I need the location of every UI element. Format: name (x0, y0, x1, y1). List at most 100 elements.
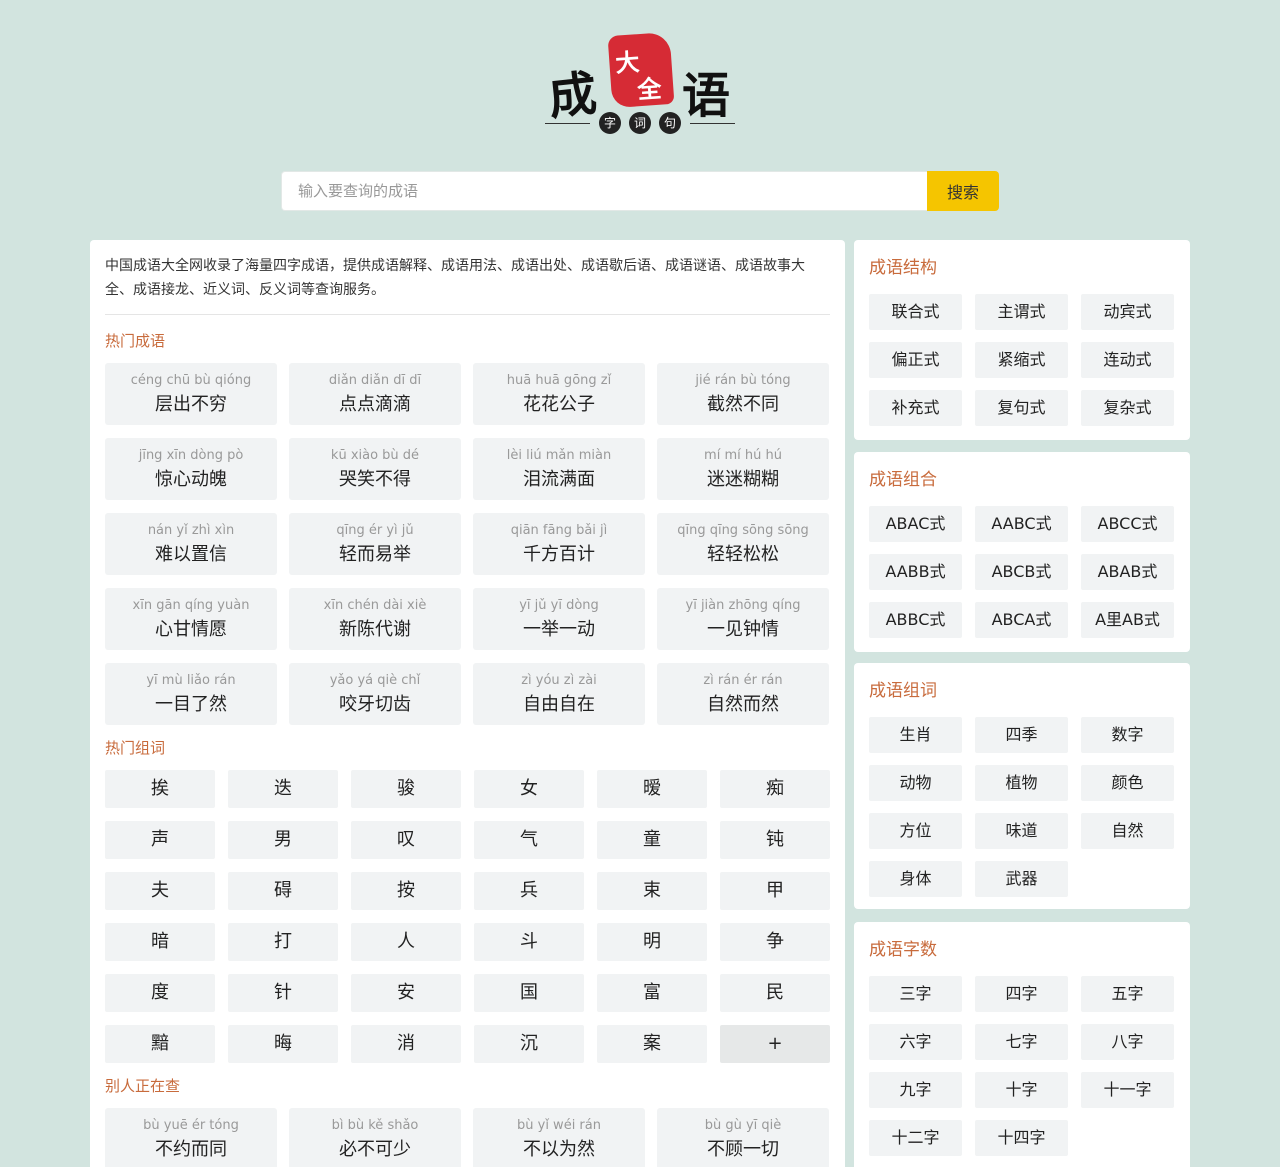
hot-word-item[interactable]: 针 (228, 974, 338, 1012)
idiom-card[interactable]: bì bù kě shǎo 必不可少 (289, 1108, 461, 1167)
hot-word-item[interactable]: 迭 (228, 770, 338, 808)
search-button[interactable]: 搜索 (927, 171, 999, 211)
hot-word-item[interactable]: 骏 (351, 770, 461, 808)
hot-word-item[interactable]: 夫 (105, 872, 215, 910)
combination-tag[interactable]: A里AB式 (1081, 602, 1174, 638)
idiom-card[interactable]: qīng ér yì jǔ 轻而易举 (289, 513, 461, 575)
idiom-card[interactable]: yī jǔ yī dòng 一举一动 (473, 588, 645, 650)
idiom-card[interactable]: xīn gān qíng yuàn 心甘情愿 (105, 588, 277, 650)
structure-tag[interactable]: 复杂式 (1081, 390, 1174, 426)
combination-tag[interactable]: ABAB式 (1081, 554, 1174, 590)
combination-tag[interactable]: ABAC式 (869, 506, 962, 542)
idiom-card[interactable]: bù yǐ wéi rán 不以为然 (473, 1108, 645, 1167)
combination-tag[interactable]: AABC式 (975, 506, 1068, 542)
idiom-card[interactable]: jīng xīn dòng pò 惊心动魄 (105, 438, 277, 500)
search-input[interactable] (281, 171, 927, 211)
idiom-card[interactable]: yī jiàn zhōng qíng 一见钟情 (657, 588, 829, 650)
count-tag[interactable]: 十字 (975, 1072, 1068, 1108)
hot-word-item[interactable]: 气 (474, 821, 584, 859)
count-tag[interactable]: 四字 (975, 976, 1068, 1012)
hot-word-item[interactable]: 黯 (105, 1025, 215, 1063)
hot-word-item[interactable]: 挨 (105, 770, 215, 808)
hot-word-item[interactable]: 打 (228, 923, 338, 961)
idiom-card[interactable]: zì rán ér rán 自然而然 (657, 663, 829, 725)
combination-tag[interactable]: ABCC式 (1081, 506, 1174, 542)
words-tag[interactable]: 颜色 (1081, 765, 1174, 801)
words-tag[interactable]: 方位 (869, 813, 962, 849)
hot-word-item[interactable]: 叹 (351, 821, 461, 859)
count-tag[interactable]: 三字 (869, 976, 962, 1012)
structure-tag[interactable]: 主谓式 (975, 294, 1068, 330)
structure-tag[interactable]: 补充式 (869, 390, 962, 426)
combination-tag[interactable]: ABCB式 (975, 554, 1068, 590)
words-tag[interactable]: 数字 (1081, 717, 1174, 753)
structure-tag[interactable]: 动宾式 (1081, 294, 1174, 330)
idiom-card[interactable]: zì yóu zì zài 自由自在 (473, 663, 645, 725)
structure-tag[interactable]: 复句式 (975, 390, 1068, 426)
idiom-card[interactable]: jié rán bù tóng 截然不同 (657, 363, 829, 425)
idiom-card[interactable]: diǎn diǎn dī dī 点点滴滴 (289, 363, 461, 425)
hot-word-item[interactable]: 国 (474, 974, 584, 1012)
idiom-card[interactable]: qiān fāng bǎi jì 千方百计 (473, 513, 645, 575)
words-tag[interactable]: 自然 (1081, 813, 1174, 849)
combination-tag[interactable]: ABCA式 (975, 602, 1068, 638)
count-tag[interactable]: 十四字 (975, 1120, 1068, 1156)
hot-word-item[interactable]: 碍 (228, 872, 338, 910)
count-tag[interactable]: 七字 (975, 1024, 1068, 1060)
hot-word-item[interactable]: 度 (105, 974, 215, 1012)
count-tag[interactable]: 十一字 (1081, 1072, 1174, 1108)
hot-word-item[interactable]: 富 (597, 974, 707, 1012)
more-words-button[interactable]: + (720, 1025, 830, 1063)
hot-word-item[interactable]: 斗 (474, 923, 584, 961)
idiom-card[interactable]: yǎo yá qiè chǐ 咬牙切齿 (289, 663, 461, 725)
combination-tag[interactable]: ABBC式 (869, 602, 962, 638)
site-logo[interactable]: 成 大 全 语 字 词 句 (540, 28, 740, 138)
idiom-card[interactable]: kū xiào bù dé 哭笑不得 (289, 438, 461, 500)
words-tag[interactable]: 动物 (869, 765, 962, 801)
idiom-card[interactable]: huā huā gōng zǐ 花花公子 (473, 363, 645, 425)
idiom-card[interactable]: lèi liú mǎn miàn 泪流满面 (473, 438, 645, 500)
hot-word-item[interactable]: 兵 (474, 872, 584, 910)
words-tag[interactable]: 身体 (869, 861, 962, 897)
hot-word-item[interactable]: 钝 (720, 821, 830, 859)
hot-word-item[interactable]: 暗 (105, 923, 215, 961)
hot-word-item[interactable]: 童 (597, 821, 707, 859)
idiom-card[interactable]: mí mí hú hú 迷迷糊糊 (657, 438, 829, 500)
hot-word-item[interactable]: 沉 (474, 1025, 584, 1063)
hot-word-item[interactable]: 安 (351, 974, 461, 1012)
hot-word-item[interactable]: 束 (597, 872, 707, 910)
words-tag[interactable]: 四季 (975, 717, 1068, 753)
hot-word-item[interactable]: 暧 (597, 770, 707, 808)
idiom-card[interactable]: bù gù yī qiè 不顾一切 (657, 1108, 829, 1167)
hot-word-item[interactable]: 甲 (720, 872, 830, 910)
hot-word-item[interactable]: 男 (228, 821, 338, 859)
hot-word-item[interactable]: 争 (720, 923, 830, 961)
idiom-card[interactable]: yī mù liǎo rán 一目了然 (105, 663, 277, 725)
idiom-card[interactable]: bù yuē ér tóng 不约而同 (105, 1108, 277, 1167)
structure-tag[interactable]: 连动式 (1081, 342, 1174, 378)
hot-word-item[interactable]: 消 (351, 1025, 461, 1063)
count-tag[interactable]: 六字 (869, 1024, 962, 1060)
hot-word-item[interactable]: 人 (351, 923, 461, 961)
hot-word-item[interactable]: 女 (474, 770, 584, 808)
hot-word-item[interactable]: 明 (597, 923, 707, 961)
count-tag[interactable]: 十二字 (869, 1120, 962, 1156)
hot-word-item[interactable]: 民 (720, 974, 830, 1012)
combination-tag[interactable]: AABB式 (869, 554, 962, 590)
hot-word-item[interactable]: 声 (105, 821, 215, 859)
words-tag[interactable]: 武器 (975, 861, 1068, 897)
words-tag[interactable]: 味道 (975, 813, 1068, 849)
count-tag[interactable]: 五字 (1081, 976, 1174, 1012)
count-tag[interactable]: 九字 (869, 1072, 962, 1108)
words-tag[interactable]: 植物 (975, 765, 1068, 801)
hot-word-item[interactable]: 晦 (228, 1025, 338, 1063)
idiom-card[interactable]: céng chū bù qióng 层出不穷 (105, 363, 277, 425)
hot-word-item[interactable]: 案 (597, 1025, 707, 1063)
idiom-card[interactable]: qīng qīng sōng sōng 轻轻松松 (657, 513, 829, 575)
idiom-card[interactable]: nán yǐ zhì xìn 难以置信 (105, 513, 277, 575)
words-tag[interactable]: 生肖 (869, 717, 962, 753)
hot-word-item[interactable]: 痴 (720, 770, 830, 808)
structure-tag[interactable]: 偏正式 (869, 342, 962, 378)
idiom-card[interactable]: xīn chén dài xiè 新陈代谢 (289, 588, 461, 650)
count-tag[interactable]: 八字 (1081, 1024, 1174, 1060)
